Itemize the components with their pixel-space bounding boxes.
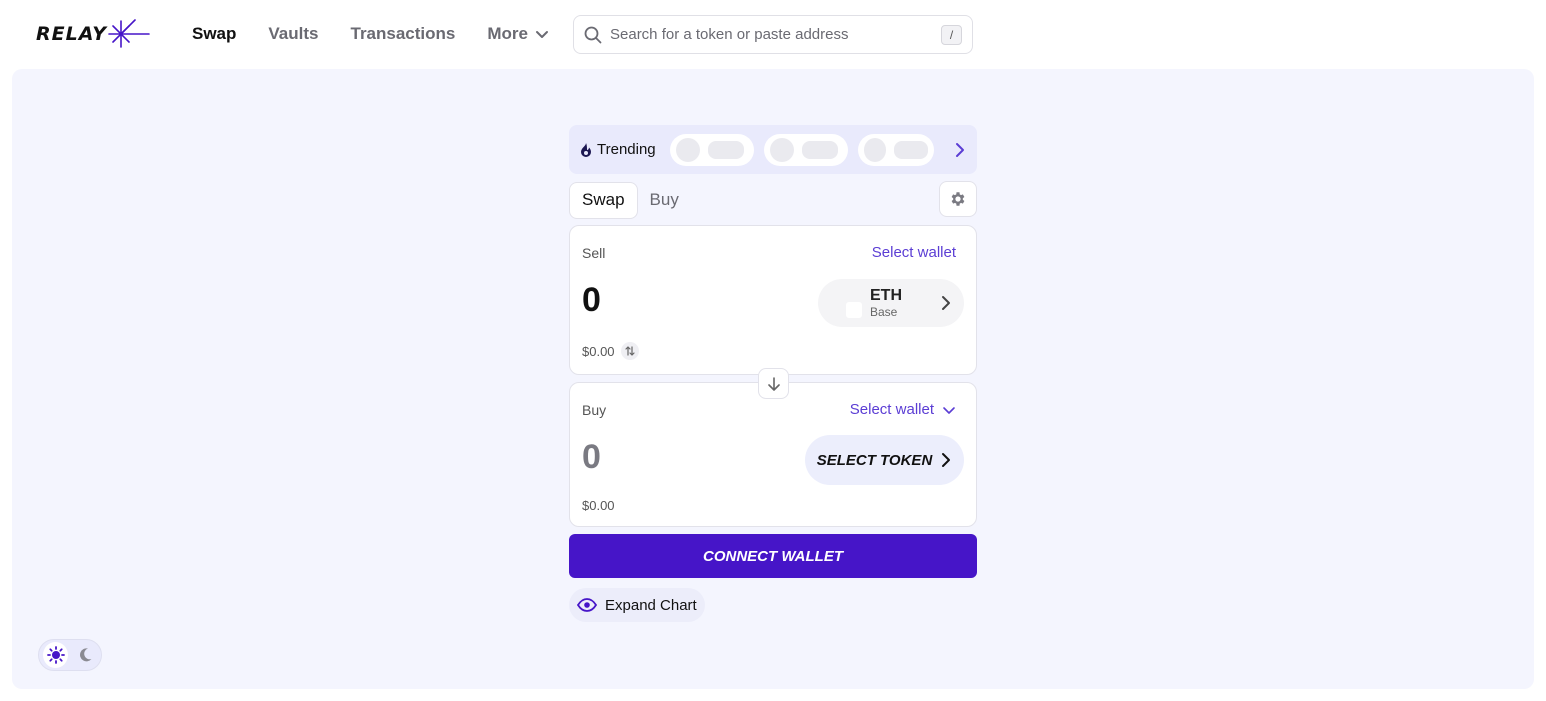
search-input[interactable]: [610, 26, 941, 43]
logo-text: RELAY: [36, 23, 107, 45]
nav-more[interactable]: More: [487, 24, 550, 44]
connect-wallet-button[interactable]: CONNECT WALLET: [569, 534, 977, 578]
chevron-right-icon: [942, 453, 951, 467]
sell-token-symbol: ETH: [870, 287, 902, 304]
swap-widget: Trending Swap Buy Sell Select wallet $0.…: [569, 125, 977, 622]
chevron-down-icon: [536, 31, 548, 38]
buy-select-wallet-link[interactable]: Select wallet: [850, 401, 956, 418]
select-token-label: SELECT TOKEN: [816, 451, 933, 469]
search-shortcut-key: /: [941, 24, 962, 45]
sell-token-selector[interactable]: ETH Base: [818, 279, 964, 327]
trending-token-placeholder[interactable]: [669, 133, 754, 166]
buy-usd-value-row: $0.00: [582, 498, 615, 513]
token-text-placeholder: [894, 140, 928, 159]
trending-token-placeholder[interactable]: [857, 133, 934, 166]
light-theme-button[interactable]: [43, 642, 68, 668]
token-logo-placeholder: [863, 137, 887, 162]
expand-chart-label: Expand Chart: [605, 596, 697, 614]
flip-direction-button[interactable]: [758, 368, 789, 399]
token-logo-placeholder: [675, 137, 700, 162]
select-token-button[interactable]: SELECT TOKEN: [805, 435, 964, 485]
main-nav: Swap Vaults Transactions More: [192, 24, 550, 44]
buy-amount-input[interactable]: [582, 438, 782, 477]
eye-icon: [577, 598, 597, 612]
star-icon: [108, 19, 150, 48]
trending-bar: Trending: [569, 125, 977, 174]
token-text-placeholder: [707, 140, 744, 159]
currency-toggle-button[interactable]: [620, 342, 639, 360]
chain-icon: [846, 302, 862, 318]
moon-icon: [79, 648, 91, 662]
nav-vaults-label: Vaults: [268, 24, 319, 43]
sell-usd-value-row: $0.00: [582, 342, 639, 360]
trending-text: Trending: [597, 141, 656, 158]
token-logo-placeholder: [769, 137, 794, 162]
sell-amount-input[interactable]: [582, 281, 782, 320]
buy-card: Buy Select wallet $0.00 SELECT TOKEN: [569, 368, 977, 527]
nav-transactions-label: Transactions: [350, 24, 456, 43]
dark-theme-button[interactable]: [72, 642, 97, 668]
trending-next-button[interactable]: [953, 141, 967, 159]
sun-icon: [46, 646, 65, 664]
sell-card: Sell Select wallet $0.00 ETH Base: [569, 225, 977, 375]
relay-logo[interactable]: RELAY: [36, 18, 151, 50]
search-icon: [584, 26, 602, 43]
expand-chart-button[interactable]: Expand Chart: [569, 588, 705, 622]
trending-label: Trending: [579, 141, 656, 158]
chevron-down-icon: [943, 406, 955, 414]
nav-transactions[interactable]: Transactions: [351, 24, 456, 44]
swap-arrows-icon: [624, 346, 635, 356]
sell-token-chain: Base: [870, 305, 898, 319]
sell-token-info: ETH Base: [870, 287, 902, 319]
tab-buy[interactable]: Buy: [638, 182, 691, 219]
tab-swap[interactable]: Swap: [569, 181, 638, 219]
settings-button[interactable]: [939, 181, 977, 217]
buy-select-wallet-text: Select wallet: [849, 401, 934, 418]
trending-token-placeholder[interactable]: [763, 133, 848, 166]
flame-icon: [581, 142, 591, 157]
chevron-right-icon: [942, 296, 950, 310]
swap-buy-tabs: Swap Buy: [569, 181, 977, 219]
top-navbar: RELAY Swap Vaults Transactions More /: [0, 0, 1546, 68]
main-panel: Trending Swap Buy Sell Select wallet $0.…: [12, 69, 1534, 689]
buy-label: Buy: [582, 402, 607, 418]
theme-toggle: [38, 639, 102, 671]
gear-icon: [951, 192, 965, 206]
nav-swap[interactable]: Swap: [192, 24, 236, 44]
sell-usd-value: $0.00: [582, 343, 615, 359]
nav-vaults[interactable]: Vaults: [268, 24, 318, 44]
nav-more-label: More: [487, 24, 528, 43]
chevron-right-icon: [956, 142, 964, 157]
nav-swap-label: Swap: [192, 24, 237, 43]
search-bar: /: [573, 15, 973, 54]
sell-select-wallet-link[interactable]: Select wallet: [872, 244, 956, 261]
arrow-down-icon: [767, 376, 780, 391]
buy-usd-value: $0.00: [582, 498, 615, 513]
sell-label: Sell: [582, 245, 606, 261]
token-text-placeholder: [801, 140, 838, 159]
